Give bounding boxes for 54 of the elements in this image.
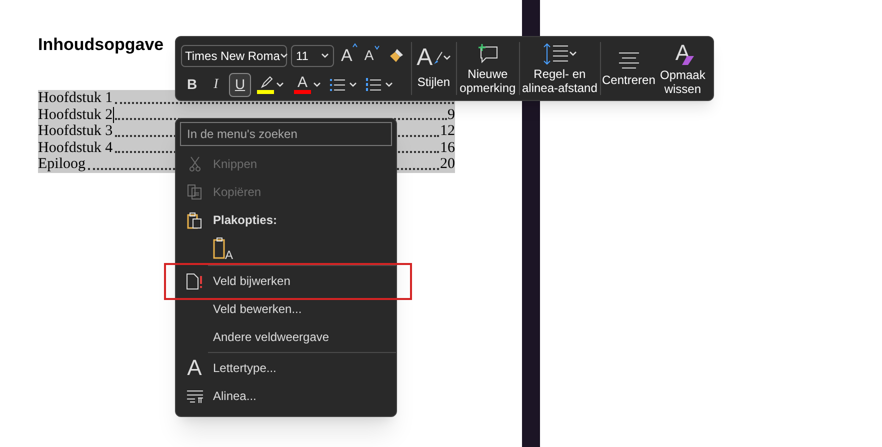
toolbar-action-button[interactable]: Regel- en alinea-afstand: [520, 37, 600, 100]
clipboard-icon: [187, 212, 202, 228]
format-button[interactable]: I: [205, 72, 227, 96]
toolbar-action-button[interactable]: Nieuwe opmerking: [456, 37, 519, 100]
font-name-dropdown[interactable]: Times New Roma: [181, 44, 287, 67]
menu-item[interactable]: Plakopties:: [176, 206, 396, 234]
chevron-icon: [276, 82, 284, 88]
toc-entry-title[interactable]: Epiloog: [38, 156, 86, 172]
format-button[interactable]: U: [229, 72, 251, 96]
paintbrush-icon[interactable]: [388, 47, 405, 64]
shrink-font-button[interactable]: A: [364, 45, 380, 66]
chevron-icon: [349, 82, 357, 88]
chevron-icon: [442, 55, 451, 61]
line-spacing-icon: [542, 42, 569, 64]
copy-icon: [186, 184, 202, 200]
highlight-color-bar: [257, 90, 274, 94]
toc-page-number: 16: [440, 140, 455, 156]
chevron-icon: [568, 50, 577, 56]
font-color-button[interactable]: A: [297, 75, 308, 90]
chevron-icon: [385, 82, 393, 88]
toolbar-action-button[interactable]: Centreren: [600, 37, 657, 100]
document-heading: Inhoudsopgave: [38, 34, 164, 56]
format-button[interactable]: B: [181, 72, 203, 96]
toc-entry-title[interactable]: Hoofdstuk 1: [38, 90, 114, 106]
menu-item[interactable]: Alinea...: [176, 382, 396, 410]
toc-entry-title[interactable]: Hoofdstuk 2: [38, 106, 114, 123]
menu-item[interactable]: Veld bijwerken: [176, 267, 396, 295]
chevron-icon: [321, 52, 329, 59]
grow-font-button[interactable]: A: [341, 43, 358, 68]
scissors-icon: [188, 156, 200, 172]
document-alert-icon: [186, 272, 203, 290]
numbered-list-icon[interactable]: [365, 76, 382, 92]
align-center-icon: [618, 50, 640, 70]
toc-entry-title[interactable]: Hoofdstuk 4: [38, 140, 114, 156]
chevron-icon: [313, 82, 321, 88]
font-color-bar: [294, 90, 311, 94]
font-size-dropdown[interactable]: 11: [291, 44, 334, 67]
bullet-list-icon[interactable]: [329, 76, 346, 92]
font-glyph: A: [187, 357, 202, 379]
comment-plus-icon: [476, 42, 499, 64]
chevron-icon: [280, 52, 288, 59]
menu-item[interactable]: Andere veldweergave: [176, 323, 396, 351]
brush-icon: [432, 51, 443, 65]
toc-page-number: 12: [440, 123, 455, 140]
caret-up-icon: [352, 43, 358, 48]
toc-entry-title[interactable]: Hoofdstuk 3: [38, 123, 114, 140]
menu-item[interactable]: A Lettertype...: [176, 354, 396, 382]
menu-search-field[interactable]: In de menu's zoeken: [180, 122, 392, 146]
toc-page-number: 9: [448, 106, 455, 123]
styles-button[interactable]: A Stijlen: [412, 37, 456, 100]
caret-down-icon: [374, 45, 380, 50]
toc-page-number: 20: [440, 156, 455, 172]
paragraph-icon: [186, 389, 204, 403]
menu-item[interactable]: Veld bewerken...: [176, 295, 396, 323]
